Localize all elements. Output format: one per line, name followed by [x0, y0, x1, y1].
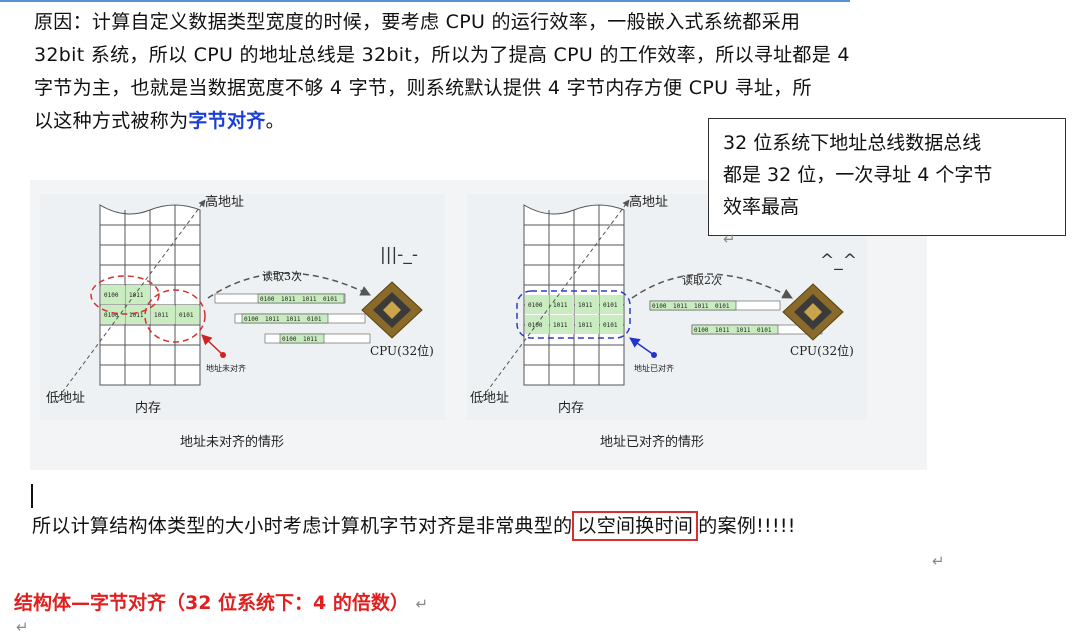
paragraph-line-2: 32bit 系统，所以 CPU 的地址总线是 32bit，所以为了提高 CPU … [34, 44, 850, 66]
cell-value: 0101 [603, 322, 618, 329]
aligned-caption: 地址已对齐的情形 [600, 434, 704, 450]
summary-suffix: 的案例!!!!! [698, 515, 796, 537]
paragraph-line-1: 原因：计算自定义数据类型宽度的时候，要考虑 CPU 的运行效率，一般嵌入式系统都… [34, 11, 801, 33]
bus-row-value: 1011 [302, 296, 317, 303]
bus-row-value: 1011 [281, 296, 296, 303]
summary-prefix: 所以计算结构体类型的大小时考虑计算机字节对齐是非常典型的 [32, 515, 573, 537]
callout-line-2: 都是 32 位，一次寻址 4 个字节 [723, 164, 993, 186]
paragraph-mark-icon: ↵ [723, 230, 736, 248]
bus-row-value: 1011 [673, 303, 688, 310]
read-count-label: 读取3次 [262, 269, 302, 283]
bus-row-value: 1011 [303, 336, 318, 343]
unaligned-pointer-label: 地址未对齐 [206, 363, 246, 373]
top-border-line [0, 0, 850, 2]
paragraph-mark-icon: ↵ [932, 552, 945, 570]
cpu-label: CPU(32位) [790, 343, 854, 358]
callout-line-3: 效率最高 ↵ [723, 191, 1051, 255]
section-heading: 结构体—字节对齐（32 位系统下：4 的倍数） ↵ [14, 588, 428, 615]
bus-row-value: 1011 [736, 327, 751, 334]
summary-sentence: 所以计算结构体类型的大小时考虑计算机字节对齐是非常典型的 以空间换时间 的案例!!!… [32, 511, 796, 541]
sad-face: |||-_- [380, 245, 418, 265]
bus-row-value: 0100 [694, 327, 709, 334]
high-address-label: 高地址 [205, 194, 244, 210]
cell-value: 1011 [154, 312, 169, 319]
bus-row-value: 0101 [757, 327, 772, 334]
aligned-pointer-label: 地址已对齐 [634, 363, 674, 373]
read-count-label: 读取2次 [682, 273, 722, 287]
callout-line-3-text: 效率最高 [723, 196, 800, 218]
cell-value: 0100 [104, 292, 119, 299]
unaligned-caption: 地址未对齐的情形 [180, 434, 284, 450]
paragraph-mark-icon: ↵ [415, 595, 429, 613]
cell-value: 0101 [179, 312, 194, 319]
bus-row-value: 0100 [244, 316, 259, 323]
paragraph-line-3: 字节为主，也就是当数据宽度不够 4 字节，则系统默认提供 4 字节内存方便 CP… [34, 77, 812, 99]
text-cursor [31, 484, 33, 508]
cell-value: 1011 [553, 322, 568, 329]
cell-value: 1011 [553, 302, 568, 309]
paragraph-line-4-suffix: 。 [265, 110, 285, 132]
cell-value: 1011 [578, 302, 593, 309]
section-heading-text: 结构体—字节对齐（32 位系统下：4 的倍数） [14, 592, 409, 614]
low-address-label: 低地址 [46, 391, 85, 406]
high-address-label: 高地址 [629, 194, 668, 210]
bus-row-value: 1011 [265, 316, 280, 323]
bus-row-value: 0101 [323, 296, 338, 303]
bus-row-value: 0101 [715, 303, 730, 310]
unaligned-panel: 0100 1011 0100 1011 1011 0101 高地址 低地址 内存… [40, 194, 445, 450]
cell-value: 0101 [603, 302, 618, 309]
highlighted-phrase-box: 以空间换时间 [572, 511, 699, 541]
bus-row-value: 0100 [260, 296, 275, 303]
bus-row-value: 0100 [652, 303, 667, 310]
memory-label: 内存 [558, 400, 584, 416]
paragraph-line-4-prefix: 以这种方式被称为 [34, 110, 189, 132]
paragraph-mark-icon: ↵ [16, 618, 29, 636]
bus-row-value: 1011 [694, 303, 709, 310]
cell-value: 1011 [578, 322, 593, 329]
bus-row-value: 1011 [715, 327, 730, 334]
bus-row-value: 0101 [307, 316, 322, 323]
cpu-label: CPU(32位) [370, 343, 434, 358]
callout-line-1: 32 位系统下地址总线数据总线 [723, 132, 982, 154]
bus-row-value: 1011 [286, 316, 301, 323]
cell-value: 1011 [129, 292, 144, 299]
callout-note: 32 位系统下地址总线数据总线 都是 32 位，一次寻址 4 个字节 效率最高 ↵ [708, 118, 1066, 248]
memory-label: 内存 [135, 400, 161, 416]
cell-value: 0100 [528, 302, 543, 309]
byte-alignment-term: 字节对齐 [188, 110, 266, 132]
bus-row-value: 0100 [282, 336, 297, 343]
low-address-label: 低地址 [470, 391, 509, 406]
cell-value: 0100 [528, 322, 543, 329]
